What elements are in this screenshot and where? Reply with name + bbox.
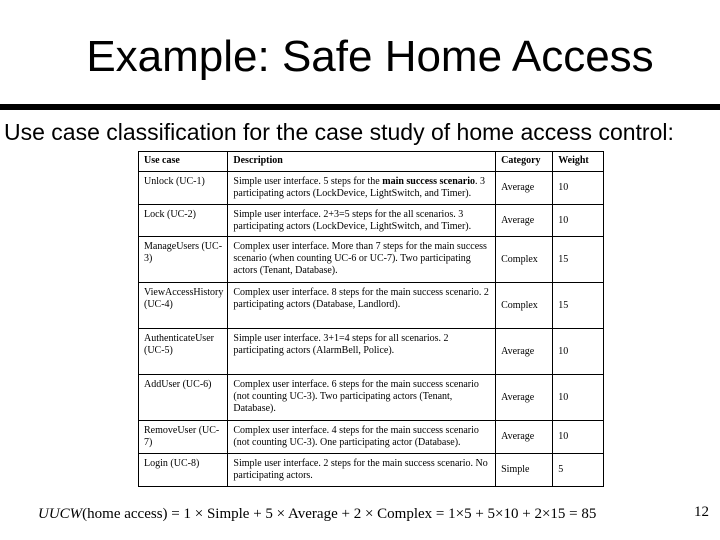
formula-expression: (home access) = 1 × Simple + 5 × Average… xyxy=(82,506,597,522)
cell-description: Complex user interface. More than 7 step… xyxy=(227,236,497,283)
cell-use-case: Unlock (UC-1) xyxy=(137,171,229,205)
cell-weight: 5 xyxy=(552,453,604,487)
table-row: Login (UC-8) Simple user interface. 2 st… xyxy=(137,453,604,487)
cell-weight: 10 xyxy=(552,328,604,375)
cell-description: Simple user interface. 3+1=4 steps for a… xyxy=(227,328,497,375)
use-case-table: Use case Description Category Weight Unl… xyxy=(137,151,604,487)
page-number: 12 xyxy=(694,504,709,520)
cell-use-case: AuthenticateUser (UC-5) xyxy=(137,328,229,375)
formula-symbol: UUCW xyxy=(38,506,83,522)
cell-description: Simple user interface. 2+3=5 steps for t… xyxy=(227,204,497,237)
cell-use-case: ViewAccessHistory (UC-4) xyxy=(137,282,229,329)
header-category: Category xyxy=(495,151,554,172)
title-divider xyxy=(0,104,720,110)
table-row: Unlock (UC-1) Simple user interface. 5 s… xyxy=(137,171,604,205)
uucw-formula: UUCW(home access) = 1 × Simple + 5 × Ave… xyxy=(38,506,596,523)
cell-weight: 10 xyxy=(552,204,604,237)
cell-category: Average xyxy=(495,204,554,237)
cell-weight: 15 xyxy=(552,236,604,283)
cell-use-case: Lock (UC-2) xyxy=(137,204,229,237)
cell-use-case: ManageUsers (UC-3) xyxy=(137,236,229,283)
table-header-row: Use case Description Category Weight xyxy=(137,151,604,172)
cell-weight: 10 xyxy=(552,171,604,205)
cell-category: Complex xyxy=(495,236,554,283)
table-row: ManageUsers (UC-3) Complex user interfac… xyxy=(137,236,604,283)
cell-description: Simple user interface. 2 steps for the m… xyxy=(227,453,497,487)
table-row: AuthenticateUser (UC-5) Simple user inte… xyxy=(137,328,604,375)
cell-category: Average xyxy=(495,374,554,421)
cell-weight: 10 xyxy=(552,420,604,454)
cell-category: Complex xyxy=(495,282,554,329)
cell-weight: 15 xyxy=(552,282,604,329)
cell-use-case: RemoveUser (UC-7) xyxy=(137,420,229,454)
cell-use-case: Login (UC-8) xyxy=(137,453,229,487)
cell-weight: 10 xyxy=(552,374,604,421)
header-use-case: Use case xyxy=(137,151,229,172)
table-row: AddUser (UC-6) Complex user interface. 6… xyxy=(137,374,604,421)
table-row: ViewAccessHistory (UC-4) Complex user in… xyxy=(137,282,604,329)
cell-description: Simple user interface. 5 steps for the m… xyxy=(227,171,497,205)
table-row: RemoveUser (UC-7) Complex user interface… xyxy=(137,420,604,454)
cell-description: Complex user interface. 4 steps for the … xyxy=(227,420,497,454)
header-weight: Weight xyxy=(552,151,604,172)
slide-title: Example: Safe Home Access xyxy=(86,32,654,81)
header-description: Description xyxy=(227,151,497,172)
table-row: Lock (UC-2) Simple user interface. 2+3=5… xyxy=(137,204,604,237)
cell-category: Average xyxy=(495,420,554,454)
slide-subtitle: Use case classification for the case stu… xyxy=(4,119,674,145)
cell-category: Simple xyxy=(495,453,554,487)
cell-category: Average xyxy=(495,171,554,205)
cell-category: Average xyxy=(495,328,554,375)
cell-use-case: AddUser (UC-6) xyxy=(137,374,229,421)
cell-description: Complex user interface. 8 steps for the … xyxy=(227,282,497,329)
cell-description: Complex user interface. 6 steps for the … xyxy=(227,374,497,421)
